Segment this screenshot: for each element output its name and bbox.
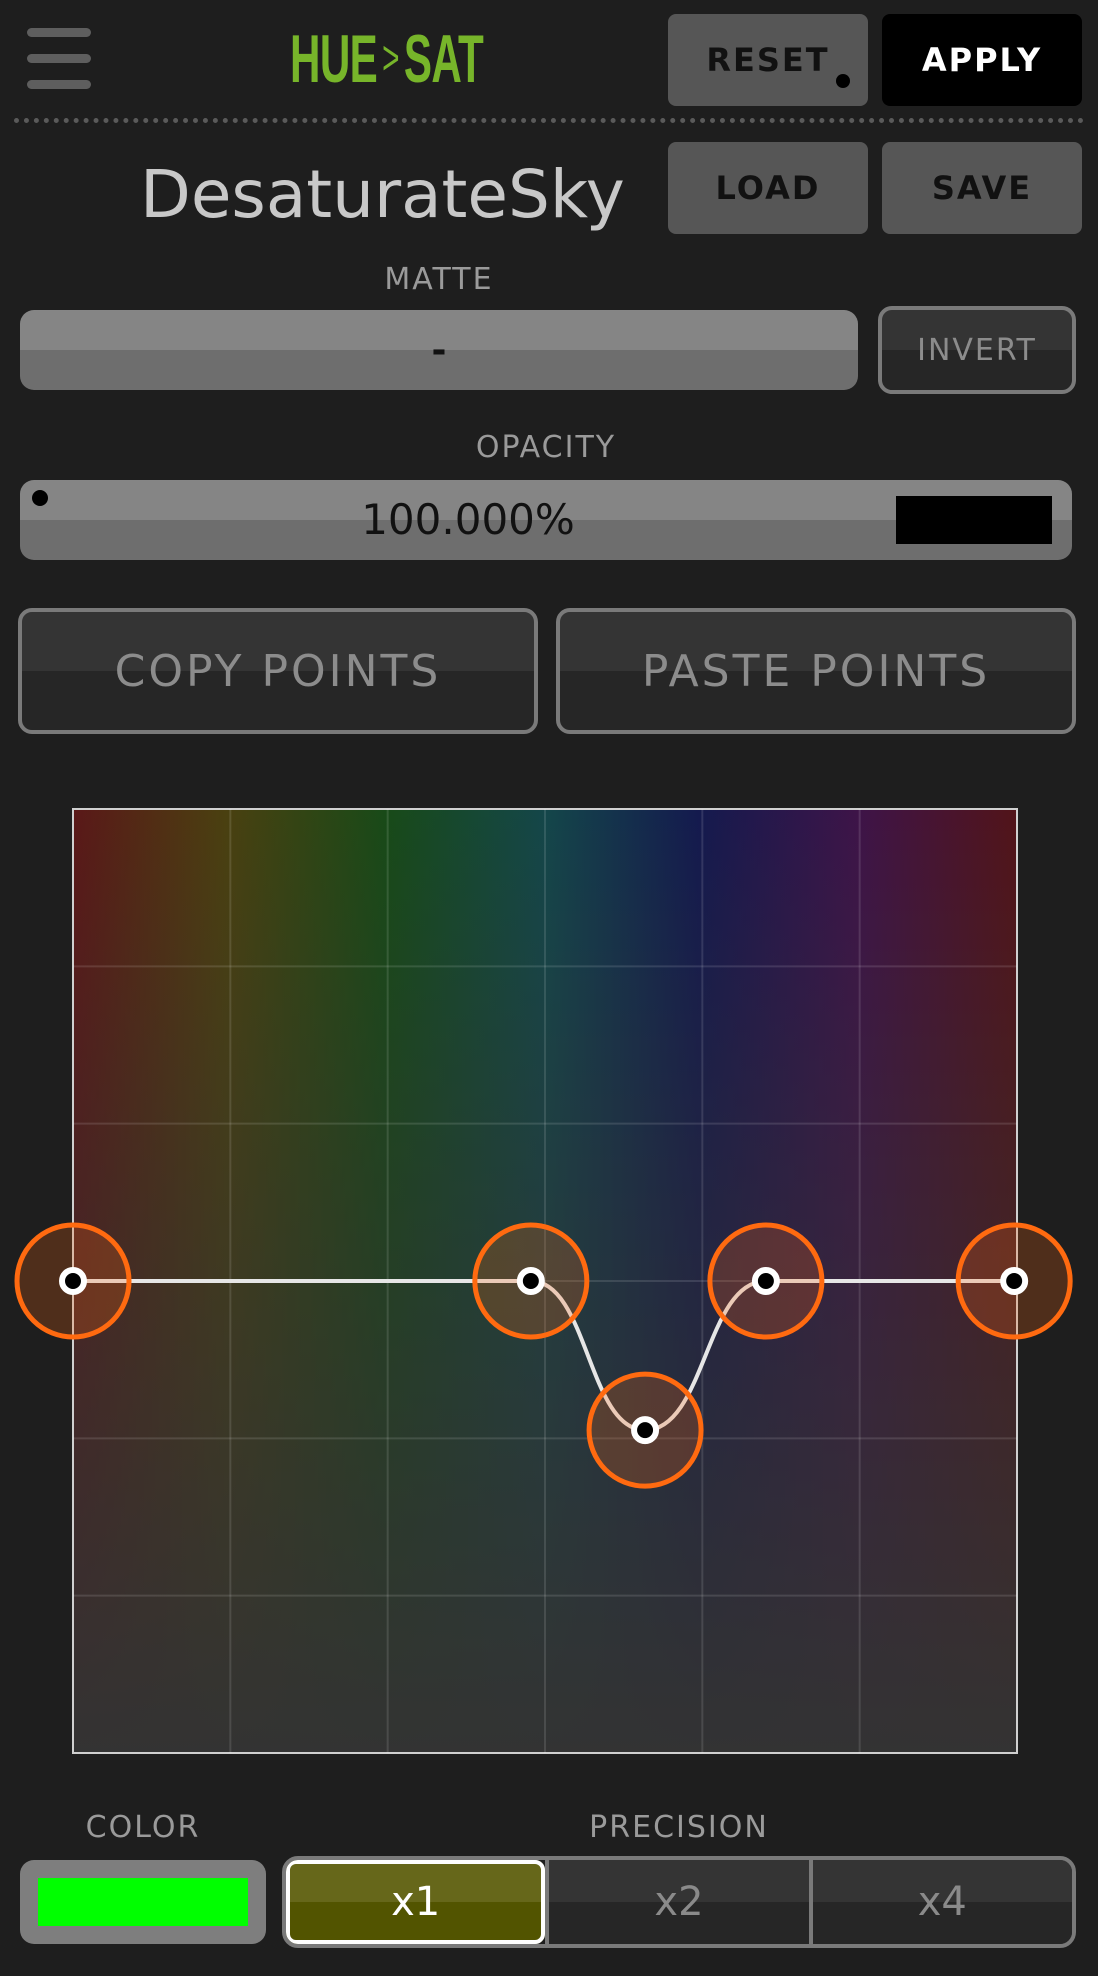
paste-points-label: PASTE POINTS: [641, 645, 991, 697]
hue-sat-curve-area[interactable]: [72, 808, 1018, 1754]
apply-label: APPLY: [921, 41, 1043, 79]
matte-label: MATTE: [384, 262, 494, 297]
invert-button[interactable]: INVERT: [878, 306, 1076, 394]
save-button[interactable]: SAVE: [882, 142, 1082, 234]
load-label: LOAD: [715, 169, 821, 207]
header-divider: [14, 118, 1084, 123]
app-logo: HUE >SAT: [290, 21, 484, 97]
precision-option-x4[interactable]: x4: [808, 1860, 1072, 1944]
matte-value: -: [431, 329, 447, 371]
color-swatch-button[interactable]: [20, 1860, 266, 1944]
hamburger-menu-icon: [27, 28, 91, 37]
precision-option-x2[interactable]: x2: [545, 1860, 809, 1944]
precision-selector[interactable]: x1 x2 x4: [282, 1856, 1076, 1948]
opacity-value: 100.000%: [361, 495, 575, 544]
save-label: SAVE: [931, 169, 1033, 207]
matte-selector[interactable]: -: [20, 310, 858, 390]
load-button[interactable]: LOAD: [668, 142, 868, 234]
precision-option-x1[interactable]: x1: [286, 1860, 546, 1944]
menu-button[interactable]: [27, 28, 91, 90]
color-swatch: [38, 1878, 248, 1926]
apply-button[interactable]: APPLY: [882, 14, 1082, 106]
paste-points-button[interactable]: PASTE POINTS: [556, 608, 1076, 734]
opacity-label: OPACITY: [475, 430, 617, 465]
opacity-slider[interactable]: 100.000%: [20, 480, 1072, 560]
curve-background: [74, 810, 1016, 1752]
preset-name[interactable]: DesaturateSky: [140, 150, 625, 240]
opacity-level-box: [896, 496, 1052, 544]
reset-indicator-dot: [836, 74, 850, 88]
precision-label: PRECISION: [589, 1810, 769, 1845]
reset-label: RESET: [706, 41, 830, 79]
copy-points-button[interactable]: COPY POINTS: [18, 608, 538, 734]
invert-label: INVERT: [917, 332, 1037, 368]
color-label: COLOR: [85, 1810, 201, 1845]
copy-points-label: COPY POINTS: [114, 645, 442, 697]
reset-button[interactable]: RESET: [668, 14, 868, 106]
